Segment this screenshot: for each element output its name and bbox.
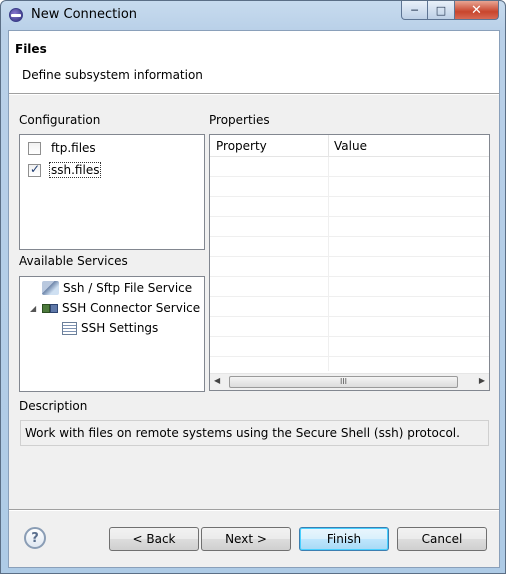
config-item-ssh-files[interactable]: ssh.files	[28, 161, 102, 179]
tree-item-sftp-file-service[interactable]: Ssh / Sftp File Service	[42, 279, 192, 297]
config-item-label: ftp.files	[51, 141, 96, 155]
configuration-list[interactable]: ftp.files ssh.files	[19, 134, 205, 250]
scroll-grip-icon: III	[339, 377, 348, 386]
title-bar[interactable]: New Connection ─ □ ✕	[1, 1, 505, 30]
horizontal-scrollbar[interactable]: ◀ III ▶	[210, 373, 489, 390]
finish-button[interactable]: Finish	[299, 527, 389, 551]
page-title: Files	[15, 42, 47, 56]
tree-item-label: SSH Settings	[81, 321, 159, 335]
back-button[interactable]: < Back	[109, 527, 199, 551]
config-item-ftp-files[interactable]: ftp.files	[28, 139, 97, 157]
window-controls: ─ □ ✕	[401, 1, 499, 20]
properties-grid-column-line	[328, 157, 329, 371]
tree-item-ssh-settings[interactable]: SSH Settings	[62, 319, 158, 337]
maximize-button[interactable]: □	[428, 1, 455, 20]
window-title: New Connection	[31, 7, 138, 22]
description-label: Description	[19, 399, 88, 413]
scroll-thumb[interactable]: III	[229, 376, 458, 388]
available-services-tree[interactable]: Ssh / Sftp File Service ◢ SSH Connector …	[19, 276, 205, 392]
help-icon[interactable]: ?	[24, 527, 46, 549]
properties-label: Properties	[209, 113, 270, 127]
connector-service-icon	[41, 301, 58, 315]
properties-table[interactable]: Property Value ◀ III ▶	[209, 134, 490, 391]
tree-item-label: Ssh / Sftp File Service	[63, 281, 193, 295]
banner-divider	[9, 93, 499, 95]
description-text: Work with files on remote systems using …	[25, 426, 460, 440]
minimize-button[interactable]: ─	[401, 1, 428, 20]
page-description: Define subsystem information	[22, 68, 203, 82]
description-box: Work with files on remote systems using …	[20, 420, 489, 446]
configuration-label: Configuration	[19, 113, 101, 127]
eclipse-app-icon	[9, 8, 23, 22]
cancel-button[interactable]: Cancel	[397, 527, 487, 551]
wizard-banner: Files Define subsystem information	[9, 31, 499, 93]
properties-header: Property Value	[210, 135, 489, 157]
properties-grid	[210, 157, 489, 371]
settings-table-icon	[62, 321, 77, 335]
scroll-left-icon[interactable]: ◀	[214, 376, 220, 385]
config-item-label: ssh.files	[48, 162, 102, 178]
next-button[interactable]: Next >	[201, 527, 291, 551]
file-service-icon	[42, 281, 59, 295]
close-button[interactable]: ✕	[455, 1, 499, 20]
footer-divider	[9, 509, 499, 511]
ftp-files-checkbox[interactable]	[28, 141, 41, 155]
column-header-value[interactable]: Value	[334, 139, 367, 153]
dialog-body: Files Define subsystem information Confi…	[8, 30, 500, 568]
new-connection-window: New Connection ─ □ ✕ Files Define subsys…	[0, 0, 506, 574]
tree-item-ssh-connector-service[interactable]: ◢ SSH Connector Service	[30, 299, 200, 317]
column-divider[interactable]	[328, 135, 329, 157]
expand-arrow-icon[interactable]: ◢	[30, 304, 38, 313]
available-services-label: Available Services	[19, 254, 128, 268]
ssh-files-checkbox[interactable]	[28, 162, 41, 177]
column-header-property[interactable]: Property	[216, 139, 267, 153]
scroll-right-icon[interactable]: ▶	[479, 376, 485, 385]
tree-item-label: SSH Connector Service	[62, 301, 201, 315]
